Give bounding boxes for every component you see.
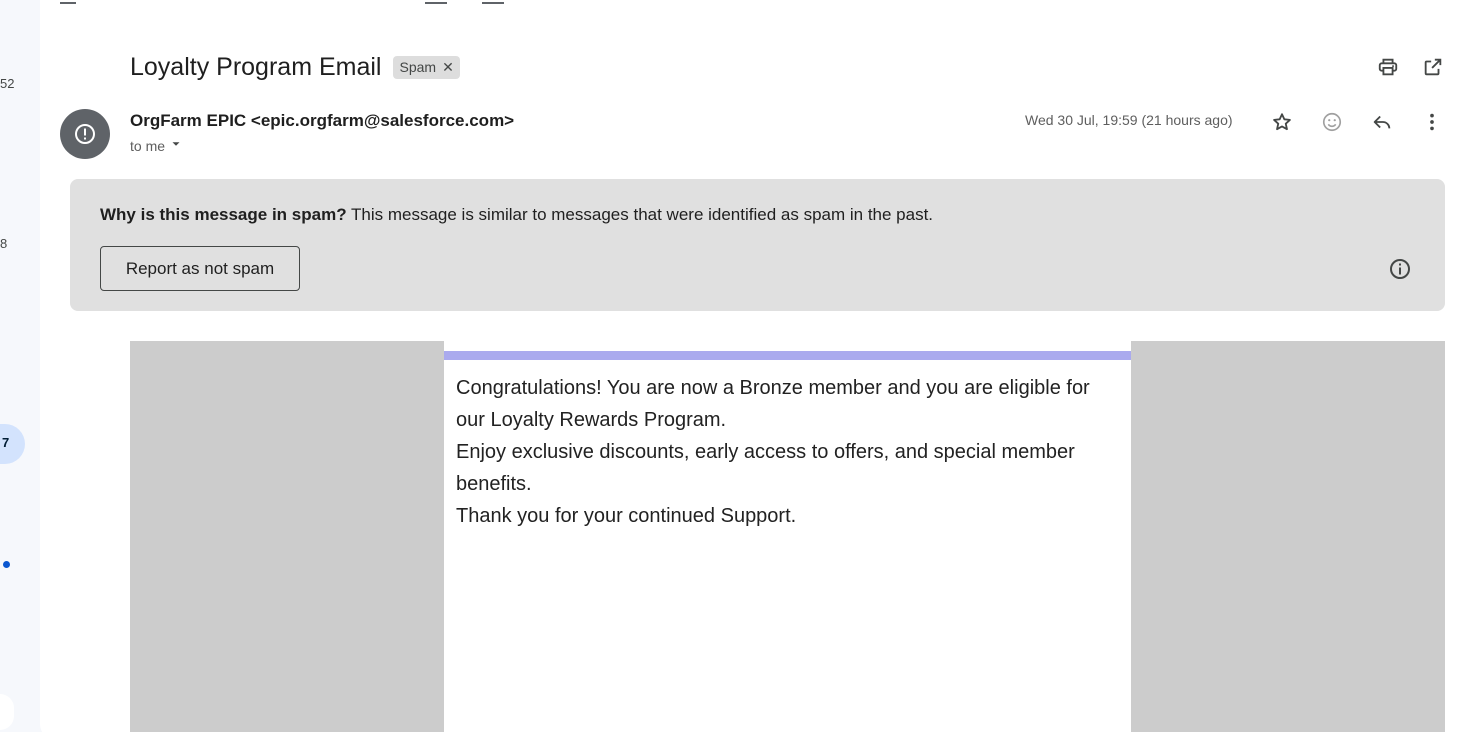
report-not-spam-button[interactable]: Report as not spam <box>100 246 300 291</box>
emoji-reaction-icon[interactable] <box>1320 110 1344 134</box>
spam-reason: Why is this message in spam? This messag… <box>100 205 933 225</box>
email-subject: Loyalty Program Email <box>130 52 382 81</box>
sender-avatar[interactable] <box>60 109 110 159</box>
spam-label-chip[interactable]: Spam ✕ <box>393 55 460 79</box>
unread-dot-icon <box>3 561 10 568</box>
toolbar-icon[interactable] <box>482 0 504 4</box>
nav-rail: 52 8 7 <box>0 0 40 732</box>
nav-rail-count[interactable]: 52 <box>0 76 14 91</box>
nav-rail-active-item[interactable]: 7 <box>0 424 25 464</box>
toolbar-icon[interactable] <box>425 0 447 4</box>
nav-rail-bottom-button[interactable] <box>0 694 14 730</box>
spam-reason-text: This message is similar to messages that… <box>351 205 934 224</box>
gmail-window: 52 8 7 Loyalty Program Email Spam ✕ OrgF… <box>0 0 1457 732</box>
print-icon[interactable] <box>1376 55 1400 79</box>
reply-icon[interactable] <box>1370 110 1394 134</box>
email-body: Congratulations! You are now a Bronze me… <box>130 341 1445 732</box>
body-paragraph: Thank you for your continued Support. <box>456 505 797 527</box>
spam-reason-heading: Why is this message in spam? <box>100 205 347 224</box>
nav-rail-count[interactable]: 8 <box>0 236 7 251</box>
email-date: Wed 30 Jul, 19:59 (21 hours ago) <box>1025 112 1233 128</box>
remove-label-icon[interactable]: ✕ <box>442 59 454 76</box>
warning-icon <box>75 124 95 144</box>
email-content-card: Congratulations! You are now a Bronze me… <box>444 341 1131 732</box>
spam-notice: Why is this message in spam? This messag… <box>70 179 1445 311</box>
open-in-new-window-icon[interactable] <box>1421 55 1445 79</box>
star-icon[interactable] <box>1270 110 1294 134</box>
recipient-details[interactable]: to me <box>130 137 183 154</box>
body-paragraph: Congratulations! You are now a Bronze me… <box>456 377 1090 431</box>
spam-label-text: Spam <box>399 59 437 75</box>
info-icon[interactable] <box>1388 257 1412 286</box>
subject-row: Loyalty Program Email Spam ✕ <box>130 50 460 84</box>
body-paragraph: Enjoy exclusive discounts, early access … <box>456 441 1075 495</box>
accent-bar <box>444 351 1131 360</box>
email-body-text: Congratulations! You are now a Bronze me… <box>456 372 1124 532</box>
recipient-label: to me <box>130 137 166 154</box>
back-arrow-icon[interactable] <box>60 0 76 4</box>
chevron-down-icon[interactable] <box>169 137 183 154</box>
more-vert-icon[interactable] <box>1420 110 1444 134</box>
nav-rail-active-count: 7 <box>2 435 10 450</box>
sender-name[interactable]: OrgFarm EPIC <epic.orgfarm@salesforce.co… <box>130 111 514 131</box>
